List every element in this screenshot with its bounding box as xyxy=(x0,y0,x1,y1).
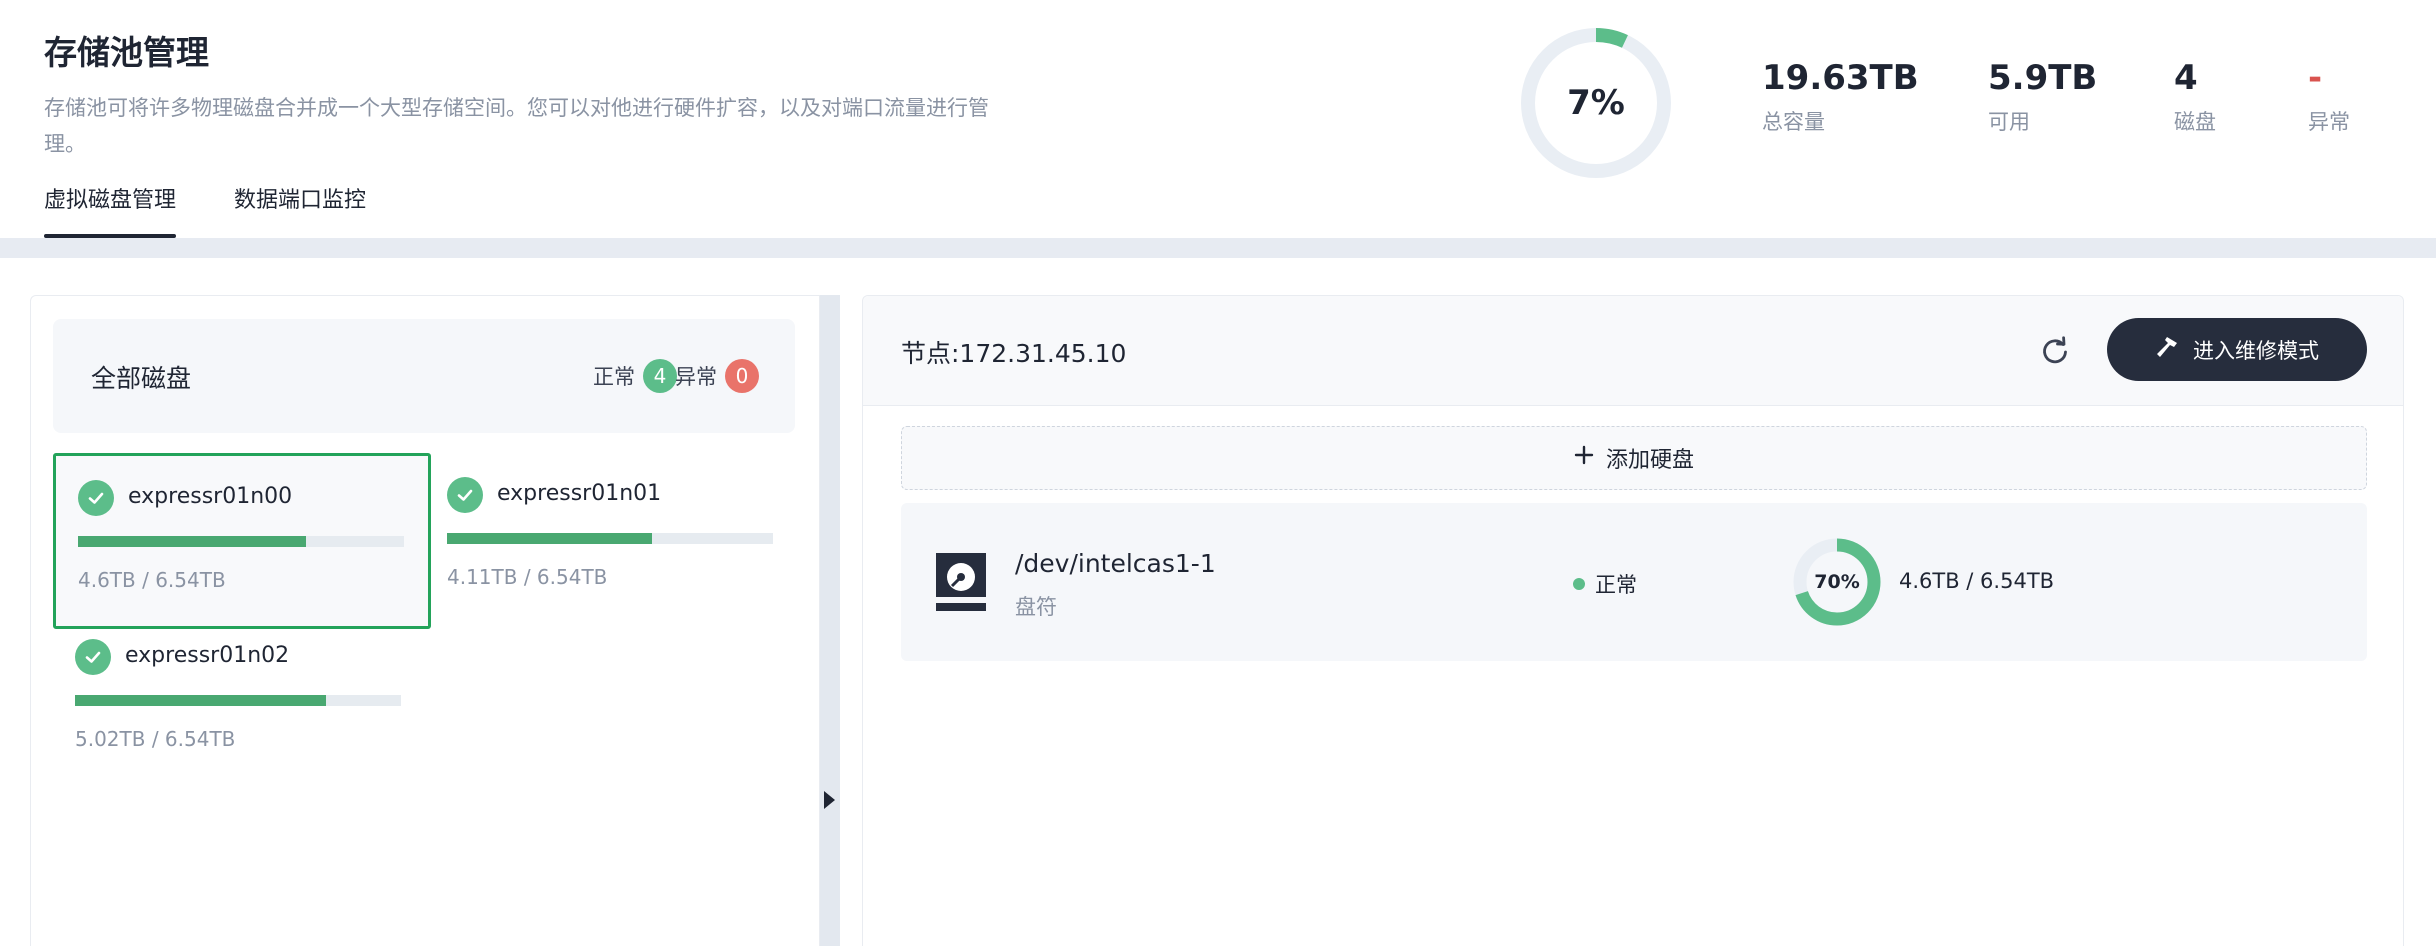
stat-disks: 4 磁盘 xyxy=(2174,56,2216,136)
page-header: 存储池管理 存储池可将许多物理磁盘合并成一个大型存储空间。您可以对他进行硬件扩容… xyxy=(0,0,2436,238)
disk-usage-bar xyxy=(75,695,401,706)
disk-usage-text: 4.11TB / 6.54TB xyxy=(447,565,608,589)
device-name: /dev/intelcas1-1 xyxy=(1015,549,1216,578)
detail-header: 节点:172.31.45.10 进入维修模式 xyxy=(863,296,2403,406)
disk-card[interactable]: expressr01n00 4.6TB / 6.54TB xyxy=(53,453,431,629)
all-disks-title: 全部磁盘 xyxy=(91,364,192,393)
device-usage-percent: 70% xyxy=(1814,571,1860,593)
node-label: 节点:172.31.45.10 xyxy=(901,339,1127,368)
stat-label: 总容量 xyxy=(1762,110,1825,134)
stat-label: 可用 xyxy=(1988,110,2030,134)
stat-value: 5.9TB xyxy=(1988,58,2098,98)
usage-percent: 7% xyxy=(1567,83,1625,123)
disk-usage-text: 4.6TB / 6.54TB xyxy=(78,568,226,592)
stat-available: 5.9TB 可用 xyxy=(1988,56,2097,136)
abnormal-count-badge: 0 xyxy=(725,359,759,393)
disk-list-panel: 全部磁盘 正常 4 异常 0 expressr01n00 4.6TB / 6.5… xyxy=(30,295,820,946)
add-disk-button[interactable]: 添加硬盘 xyxy=(901,426,2367,490)
refresh-icon[interactable] xyxy=(2038,334,2072,368)
disk-usage-bar xyxy=(447,533,773,544)
hammer-icon xyxy=(2155,334,2181,365)
stat-label: 磁盘 xyxy=(2174,110,2216,134)
disk-name: expressr01n02 xyxy=(125,643,290,668)
maintenance-button-label: 进入维修模式 xyxy=(2193,338,2319,363)
device-status: 正常 xyxy=(1573,569,1637,599)
status-dot-icon xyxy=(1573,578,1585,590)
abnormal-count-group: 异常 0 xyxy=(675,359,759,393)
normal-count-group: 正常 4 xyxy=(593,359,677,393)
disk-usage-bar-fill xyxy=(447,533,653,544)
abnormal-count-label: 异常 xyxy=(675,365,717,389)
enter-maintenance-mode-button[interactable]: 进入维修模式 xyxy=(2107,318,2367,381)
stat-abnormal: - 异常 xyxy=(2308,56,2350,136)
tab-virtual-disk-management[interactable]: 虚拟磁盘管理 xyxy=(44,186,177,238)
disk-usage-text: 5.02TB / 6.54TB xyxy=(75,727,236,751)
disk-usage-bar-fill xyxy=(75,695,327,706)
check-circle-icon xyxy=(78,480,114,516)
device-capacity: 4.6TB / 6.54TB xyxy=(1899,569,2055,593)
disk-card[interactable]: expressr01n01 4.11TB / 6.54TB xyxy=(425,453,803,629)
disk-name: expressr01n01 xyxy=(497,481,662,506)
caret-right-icon xyxy=(824,791,835,809)
page-description: 存储池可将许多物理磁盘合并成一个大型存储空间。您可以对他进行硬件扩容，以及对端口… xyxy=(44,96,989,156)
section-divider xyxy=(0,238,2436,258)
stat-value: 19.63TB xyxy=(1762,58,1919,98)
normal-count-badge: 4 xyxy=(643,359,677,393)
check-circle-icon xyxy=(447,477,483,513)
tab-data-port-monitoring[interactable]: 数据端口监控 xyxy=(234,186,366,238)
normal-count-label: 正常 xyxy=(593,365,635,389)
device-usage-ring: 70% xyxy=(1792,537,1882,627)
device-sub-label: 盘符 xyxy=(1015,595,1057,619)
disk-card[interactable]: expressr01n02 5.02TB / 6.54TB xyxy=(53,615,431,791)
panel-collapse-toggle[interactable] xyxy=(820,295,840,946)
disk-usage-bar-fill xyxy=(78,536,307,547)
stat-label: 异常 xyxy=(2308,110,2350,134)
device-status-text: 正常 xyxy=(1595,573,1637,597)
stat-value: 4 xyxy=(2174,58,2198,98)
usage-ring: 7% xyxy=(1518,25,1674,181)
disk-usage-bar xyxy=(78,536,404,547)
check-circle-icon xyxy=(75,639,111,675)
disk-detail-panel: 节点:172.31.45.10 进入维修模式 添加硬盘 /dev/intelca… xyxy=(862,295,2404,946)
stat-total-capacity: 19.63TB 总容量 xyxy=(1762,56,1919,136)
all-disks-header: 全部磁盘 正常 4 异常 0 xyxy=(53,319,795,433)
plus-icon xyxy=(1574,445,1594,471)
device-row[interactable]: /dev/intelcas1-1 盘符 正常 70% 4.6TB / 6.54T… xyxy=(901,503,2367,661)
hard-disk-icon xyxy=(936,553,986,611)
page-title: 存储池管理 xyxy=(44,33,209,72)
tab-bar: 虚拟磁盘管理 数据端口监控 xyxy=(44,186,366,238)
add-disk-label: 添加硬盘 xyxy=(1605,448,1694,473)
disk-name: expressr01n00 xyxy=(128,484,293,509)
stat-value: - xyxy=(2308,58,2323,98)
